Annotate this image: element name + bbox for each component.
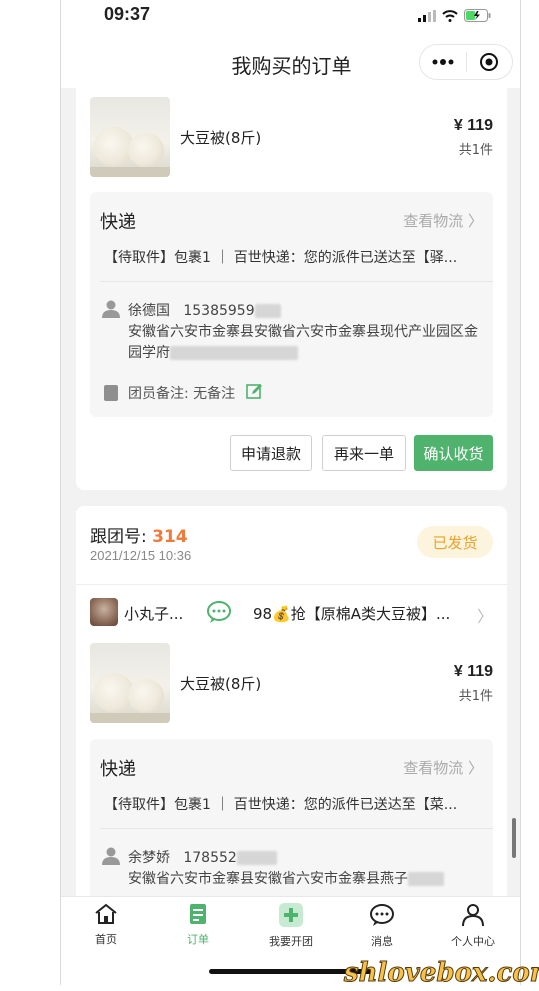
more-dots-icon xyxy=(432,59,454,65)
tab-label: 消息 xyxy=(371,935,393,948)
chat-icon[interactable] xyxy=(206,600,232,624)
shipping-panel: 快递 查看物流 〉 【待取件】包裹1 ｜ 百世快递：您的派件已送达至【菜... … xyxy=(90,739,493,896)
home-icon xyxy=(95,903,117,924)
tab-messages[interactable]: 消息 xyxy=(342,903,422,949)
tab-label: 我要开团 xyxy=(269,935,313,948)
status-badge: 已发货 xyxy=(417,526,493,558)
product-name: 大豆被(8斤) xyxy=(180,675,262,693)
recipient-phone: 15385959 xyxy=(183,303,255,319)
shipping-address: 安徽省六安市金寨县安徽省六安市金寨县燕子 xyxy=(128,869,483,890)
shipping-panel: 快递 查看物流 〉 【待取件】包裹1 ｜ 百世快递：您的派件已送达至【驿... … xyxy=(90,192,493,417)
miniprogram-capsule xyxy=(419,44,513,80)
recipient: 徐德国 15385959 xyxy=(128,300,281,320)
product-image xyxy=(90,643,170,723)
divider xyxy=(100,828,493,829)
recipient-phone: 178552 xyxy=(183,850,237,866)
status-bar: 09:37 xyxy=(61,0,520,36)
order-card: 跟团号: 314 2021/12/15 10:36 已发货 小丸子... 98💰… xyxy=(76,506,507,896)
tab-profile[interactable]: 个人中心 xyxy=(433,903,513,949)
watermark: shlovebox.com xyxy=(343,958,539,989)
target-icon xyxy=(480,53,499,71)
shipping-status: 【待取件】包裹1 ｜ 百世快递：您的派件已送达至【菜... xyxy=(104,797,458,813)
nav-bar: 我购买的订单 xyxy=(61,36,520,88)
address-text: 安徽省六安市金寨县安徽省六安市金寨县燕子 xyxy=(128,871,408,887)
wifi-icon xyxy=(442,9,458,22)
user-icon xyxy=(462,904,484,927)
recipient-name: 余梦娇 xyxy=(128,850,170,866)
group-number: 跟团号: 314 xyxy=(90,522,188,547)
product-row[interactable]: 大豆被(8斤) ¥ 119 共1件 xyxy=(90,643,493,723)
status-icons xyxy=(418,9,492,22)
phone-redaction xyxy=(236,851,277,865)
scrollbar[interactable] xyxy=(512,818,516,858)
person-icon xyxy=(102,300,120,318)
confirm-receipt-button[interactable]: 确认收货 xyxy=(414,435,493,471)
tab-label: 个人中心 xyxy=(451,935,495,948)
tab-home[interactable]: 首页 xyxy=(66,903,146,947)
product-count: 共1件 xyxy=(458,143,493,158)
chevron-right-icon: 〉 xyxy=(476,607,493,626)
divider xyxy=(100,281,493,282)
shipping-address: 安徽省六安市金寨县安徽省六安市金寨县现代产业园区金园学府 xyxy=(128,322,483,364)
battery-charging-icon xyxy=(464,9,491,22)
tab-label: 首页 xyxy=(95,933,117,946)
product-count: 共1件 xyxy=(458,689,493,704)
address-redaction xyxy=(408,872,444,886)
avatar xyxy=(90,598,118,626)
product-price: ¥ 119 xyxy=(453,663,493,680)
group-number-label: 跟团号: xyxy=(90,527,153,547)
product-name: 大豆被(8斤) xyxy=(180,129,262,147)
leader-name: 小丸子... xyxy=(124,605,184,623)
message-icon xyxy=(370,904,394,926)
status-time: 09:37 xyxy=(104,4,151,24)
phone-screen: 09:37 我购买的订单 大豆被(8斤) ¥ 119 共1件 快递 查看物流 〉… xyxy=(60,0,521,985)
refund-button[interactable]: 申请退款 xyxy=(230,435,312,471)
view-logistics-link[interactable]: 查看物流 〉 xyxy=(403,757,483,778)
divider xyxy=(76,584,507,585)
order-icon xyxy=(190,904,206,924)
member-note: 团员备注: 无备注 xyxy=(128,386,236,402)
recipient: 余梦娇 178552 xyxy=(128,847,277,867)
tab-label: 订单 xyxy=(187,933,209,946)
leader-deal-title: 98💰抢【原棉A类大豆被】... xyxy=(253,605,451,623)
product-image xyxy=(90,97,170,177)
note-icon xyxy=(104,385,118,401)
shipping-title: 快递 xyxy=(100,212,136,233)
tab-start-group[interactable]: 我要开团 xyxy=(251,903,331,949)
more-button[interactable] xyxy=(420,44,466,80)
person-icon xyxy=(102,847,120,865)
tab-orders[interactable]: 订单 xyxy=(158,903,238,947)
group-leader-row[interactable]: 小丸子... 98💰抢【原棉A类大豆被】... 〉 xyxy=(90,598,493,628)
order-list: 大豆被(8斤) ¥ 119 共1件 快递 查看物流 〉 【待取件】包裹1 ｜ 百… xyxy=(61,88,520,896)
shipping-status: 【待取件】包裹1 ｜ 百世快递：您的派件已送达至【驿... xyxy=(104,250,458,266)
recipient-name: 徐德国 xyxy=(128,303,170,319)
order-card: 大豆被(8斤) ¥ 119 共1件 快递 查看物流 〉 【待取件】包裹1 ｜ 百… xyxy=(76,88,507,490)
view-logistics-link[interactable]: 查看物流 〉 xyxy=(403,210,483,231)
shipping-title: 快递 xyxy=(100,759,136,780)
order-date: 2021/12/15 10:36 xyxy=(90,548,192,563)
product-row[interactable]: 大豆被(8斤) ¥ 119 共1件 xyxy=(90,97,493,177)
phone-redaction xyxy=(254,304,281,318)
reorder-button[interactable]: 再来一单 xyxy=(322,435,406,471)
address-redaction xyxy=(170,346,298,360)
edit-icon[interactable] xyxy=(246,383,263,400)
product-price: ¥ 119 xyxy=(453,117,493,134)
group-number-value: 314 xyxy=(152,527,188,547)
signal-icon xyxy=(418,9,436,22)
close-miniprogram-button[interactable] xyxy=(466,44,512,80)
plus-icon xyxy=(279,903,303,927)
